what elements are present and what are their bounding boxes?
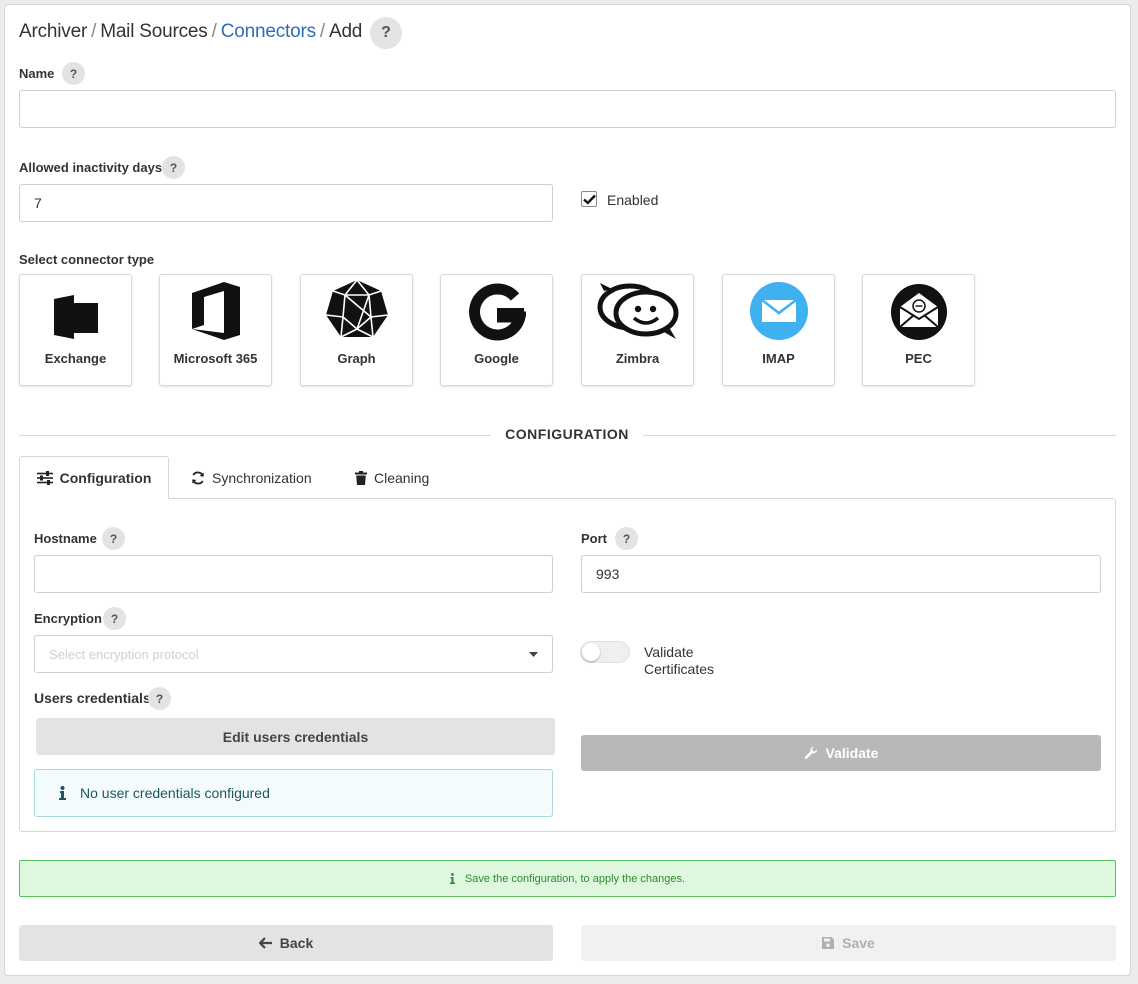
- breadcrumb-separator: /: [211, 21, 217, 42]
- breadcrumb-mail-sources[interactable]: Mail Sources: [100, 21, 208, 43]
- save-notice-text: Save the configuration, to apply the cha…: [464, 872, 686, 885]
- checkmark-icon: [582, 194, 596, 205]
- back-button[interactable]: Back: [19, 925, 553, 961]
- encryption-select[interactable]: Select encryption protocol: [34, 635, 553, 673]
- no-credentials-message: No user credentials configured: [80, 785, 270, 801]
- page-help-icon[interactable]: ?: [370, 17, 402, 49]
- exchange-icon: [53, 295, 98, 339]
- wrench-icon: [804, 746, 817, 759]
- validate-label: Validate: [825, 745, 879, 761]
- connector-card-microsoft-365[interactable]: Microsoft 365: [159, 274, 272, 386]
- encryption-help-icon[interactable]: ?: [103, 607, 126, 630]
- connector-card-pec[interactable]: PEC: [862, 274, 975, 386]
- tab-cleaning[interactable]: Cleaning: [355, 469, 429, 487]
- imap-envelope-icon: [749, 282, 808, 340]
- tab-label: Cleaning: [374, 470, 430, 486]
- hostname-label: Hostname: [34, 531, 97, 546]
- sliders-icon: [36, 470, 53, 485]
- breadcrumb: Archiver / Mail Sources / Connectors / A…: [19, 21, 362, 43]
- connector-card-google[interactable]: Google: [440, 274, 553, 386]
- tab-label: Synchronization: [212, 470, 312, 486]
- info-icon: [449, 873, 455, 884]
- connector-name: Graph: [337, 351, 376, 366]
- connector-type-label: Select connector type: [19, 252, 155, 267]
- zimbra-icon: [597, 283, 678, 339]
- section-title-wrap: CONFIGURATION: [0, 426, 1134, 442]
- tab-synchronization[interactable]: Synchronization: [191, 469, 312, 487]
- edit-users-credentials-label: Edit users credentials: [222, 728, 369, 745]
- name-help-icon[interactable]: ?: [62, 62, 85, 85]
- save-notice: Save the configuration, to apply the cha…: [19, 860, 1116, 897]
- no-credentials-alert: No user credentials configured: [34, 769, 553, 817]
- port-input[interactable]: 993: [581, 555, 1101, 593]
- hostname-input[interactable]: [34, 555, 553, 593]
- port-help-icon[interactable]: ?: [615, 527, 638, 550]
- connector-card-zimbra[interactable]: Zimbra: [581, 274, 694, 386]
- connector-name: Microsoft 365: [173, 351, 258, 366]
- office-icon: [191, 282, 240, 340]
- breadcrumb-separator: /: [91, 21, 97, 42]
- encryption-label: Encryption: [34, 611, 102, 626]
- inactivity-label: Allowed inactivity days: [19, 160, 163, 175]
- save-button[interactable]: Save: [581, 925, 1116, 961]
- connector-name: Exchange: [44, 351, 107, 366]
- breadcrumb-archiver[interactable]: Archiver: [19, 21, 87, 43]
- breadcrumb-connectors[interactable]: Connectors: [221, 21, 316, 43]
- inactivity-days-input[interactable]: 7: [19, 184, 553, 222]
- breadcrumb-add: Add: [328, 21, 363, 42]
- caret-down-icon: [529, 651, 538, 657]
- toggle-knob: [582, 643, 600, 661]
- info-icon: [59, 786, 66, 800]
- connector-card-exchange[interactable]: Exchange: [19, 274, 132, 386]
- floppy-disk-icon: [822, 937, 835, 949]
- enabled-checkbox[interactable]: [581, 191, 597, 207]
- save-label: Save: [842, 935, 875, 951]
- google-icon: [468, 283, 526, 341]
- breadcrumb-separator: /: [319, 21, 325, 42]
- enabled-label: Enabled: [607, 192, 659, 208]
- graph-icon: [325, 279, 388, 338]
- edit-users-credentials-button[interactable]: Edit users credentials: [36, 718, 555, 755]
- inactivity-help-icon[interactable]: ?: [162, 156, 185, 179]
- connector-name: Zimbra: [615, 351, 660, 366]
- name-input[interactable]: [19, 90, 1116, 128]
- arrow-left-icon: [258, 937, 272, 949]
- users-credentials-label: Users credentials: [34, 690, 151, 706]
- validate-certificates-label: Validate Certificates: [644, 644, 715, 677]
- validate-button[interactable]: Validate: [581, 735, 1101, 771]
- connector-name: Google: [474, 351, 519, 366]
- sync-icon: [192, 471, 204, 485]
- port-label: Port: [581, 531, 607, 546]
- tab-configuration[interactable]: Configuration: [19, 456, 169, 499]
- validate-certificates-toggle[interactable]: [580, 641, 630, 663]
- connector-card-imap[interactable]: IMAP: [722, 274, 835, 386]
- connector-name: PEC: [905, 351, 932, 366]
- users-credentials-help-icon[interactable]: ?: [148, 687, 171, 710]
- connector-card-graph[interactable]: Graph: [300, 274, 413, 386]
- encryption-placeholder: Select encryption protocol: [49, 646, 199, 662]
- back-label: Back: [279, 935, 314, 951]
- section-title: CONFIGURATION: [491, 426, 643, 442]
- name-label: Name: [19, 66, 55, 81]
- hostname-help-icon[interactable]: ?: [102, 527, 125, 550]
- tab-label: Configuration: [59, 469, 152, 486]
- trash-icon: [355, 471, 367, 485]
- connector-name: IMAP: [762, 351, 795, 366]
- pec-envelope-icon: [890, 284, 947, 340]
